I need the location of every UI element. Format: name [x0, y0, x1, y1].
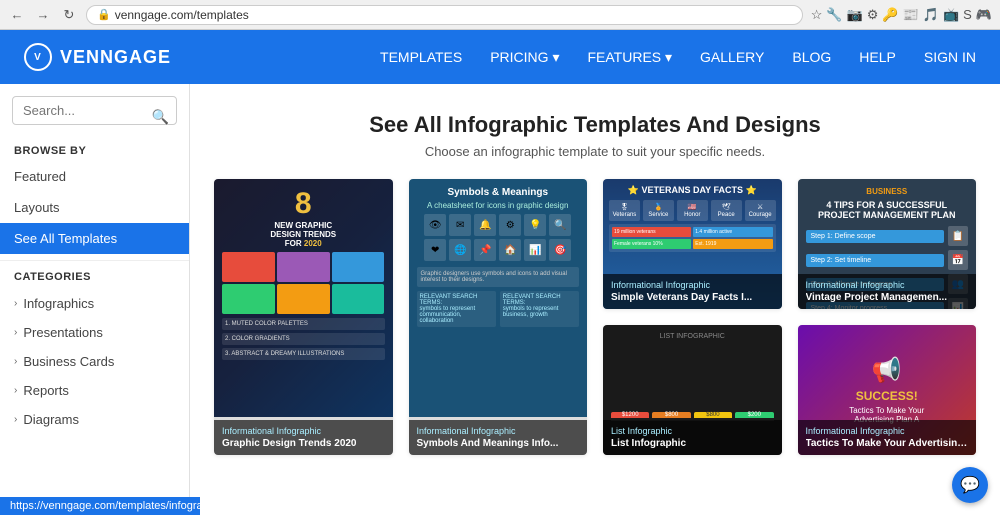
ext-icon5[interactable]: 📰: [903, 7, 919, 23]
reload-button[interactable]: ↻: [60, 6, 78, 24]
nav-gallery[interactable]: GALLERY: [700, 49, 764, 65]
browser-toolbar: ☆ 🔧 📷 ⚙ 🔑 📰 🎵 📺 S 🎮: [811, 7, 992, 23]
template-footer-1: Informational Infographic Graphic Design…: [214, 420, 393, 455]
top-navigation: V VENNGAGE TEMPLATES PRICING ▾ FEATURES …: [0, 30, 1000, 84]
nav-pricing[interactable]: PRICING ▾: [490, 49, 559, 66]
template-name-3: Simple Veterans Day Facts I...: [611, 292, 774, 303]
sidebar-item-see-all[interactable]: See All Templates: [0, 223, 189, 254]
logo-icon: V: [24, 43, 52, 71]
template-card-1[interactable]: 8 NEW GRAPHICDESIGN TRENDSFOR 2020: [214, 179, 393, 455]
sidebar-item-reports[interactable]: › Reports: [0, 376, 189, 405]
category-label-business-cards: Business Cards: [23, 354, 114, 369]
template-card-4[interactable]: BUSINESS BUSINESS 4 TIPS FOR A SUCCESSFU…: [798, 179, 977, 309]
ext-icon8[interactable]: S: [963, 7, 972, 22]
category-label-infographics: Infographics: [23, 296, 94, 311]
nav-blog[interactable]: BLOG: [792, 49, 831, 65]
chevron-icon: ›: [14, 385, 17, 396]
template-type-3: Informational Infographic: [611, 280, 774, 290]
logo[interactable]: V VENNGAGE: [24, 43, 171, 71]
template-footer-2: Informational Infographic Symbols And Me…: [409, 420, 588, 455]
ext-icon4[interactable]: 🔑: [882, 7, 898, 23]
nav-templates[interactable]: TEMPLATES: [380, 49, 462, 65]
chevron-icon: ›: [14, 356, 17, 367]
template-name-6: Tactics To Make Your Advertising Plan A …: [806, 438, 969, 449]
nav-signin[interactable]: SIGN IN: [924, 49, 976, 65]
sidebar-item-presentations[interactable]: › Presentations: [0, 318, 189, 347]
chevron-icon: ›: [14, 298, 17, 309]
ext-icon2[interactable]: 📷: [847, 7, 863, 23]
search-icon[interactable]: 🔍: [152, 108, 169, 125]
sidebar-item-diagrams[interactable]: › Diagrams: [0, 405, 189, 434]
template-name-1: Graphic Design Trends 2020: [222, 438, 385, 449]
star-icon[interactable]: ☆: [811, 7, 823, 23]
sidebar: 🔍 BROWSE BY Featured Layouts See All Tem…: [0, 84, 190, 515]
main-content: See All Infographic Templates And Design…: [190, 84, 1000, 515]
browser-chrome: ← → ↻ 🔒 venngage.com/templates ☆ 🔧 📷 ⚙ 🔑…: [0, 0, 1000, 30]
forward-button[interactable]: →: [34, 6, 52, 24]
template-type-4: Informational Infographic: [806, 280, 969, 290]
template-footer-5: List Infographic List Infographic: [603, 420, 782, 455]
lock-icon: 🔒: [97, 8, 111, 21]
template-type-5: List Infographic: [611, 426, 774, 436]
page-title: See All Infographic Templates And Design…: [214, 112, 976, 138]
content-area: 🔍 BROWSE BY Featured Layouts See All Tem…: [0, 84, 1000, 515]
template-card-2[interactable]: Symbols & Meanings A cheatsheet for icon…: [409, 179, 588, 455]
address-bar[interactable]: 🔒 venngage.com/templates: [86, 5, 803, 25]
template-type-6: Informational Infographic: [806, 426, 969, 436]
status-bar: https://venngage.com/templates/infograph…: [0, 497, 200, 515]
url-text: venngage.com/templates: [115, 8, 249, 22]
search-container: 🔍: [0, 96, 189, 137]
template-thumb-2: Symbols & Meanings A cheatsheet for icon…: [409, 179, 588, 417]
nav-help[interactable]: HELP: [859, 49, 896, 65]
categories-title: CATEGORIES: [0, 260, 189, 289]
category-label-diagrams: Diagrams: [23, 412, 79, 427]
sidebar-item-layouts[interactable]: Layouts: [0, 192, 189, 223]
ext-icon9[interactable]: 🎮: [976, 7, 992, 23]
template-name-2: Symbols And Meanings Info...: [417, 438, 580, 449]
template-footer-3: Informational Infographic Simple Veteran…: [603, 274, 782, 309]
page-subtitle: Choose an infographic template to suit y…: [214, 144, 976, 159]
column-4: BUSINESS BUSINESS 4 TIPS FOR A SUCCESSFU…: [798, 179, 977, 455]
template-name-5: List Infographic: [611, 438, 774, 449]
browse-by-title: BROWSE BY: [0, 137, 189, 161]
chevron-icon: ›: [14, 414, 17, 425]
chat-widget-button[interactable]: 💬: [952, 467, 988, 503]
nav-links: TEMPLATES PRICING ▾ FEATURES ▾ GALLERY B…: [380, 49, 976, 66]
chevron-icon: ›: [14, 327, 17, 338]
template-footer-6: Informational Infographic Tactics To Mak…: [798, 420, 977, 455]
ext-icon7[interactable]: 📺: [943, 7, 959, 23]
ext-icon3[interactable]: ⚙: [867, 7, 879, 23]
sidebar-item-business-cards[interactable]: › Business Cards: [0, 347, 189, 376]
template-card-5[interactable]: BUSINESS LIST INFOGRAPHIC $1200 $800: [603, 325, 782, 455]
category-label-reports: Reports: [23, 383, 69, 398]
back-button[interactable]: ←: [8, 6, 26, 24]
template-thumb-1: 8 NEW GRAPHICDESIGN TRENDSFOR 2020: [214, 179, 393, 417]
ext-icon6[interactable]: 🎵: [923, 7, 939, 23]
sidebar-item-featured[interactable]: Featured: [0, 161, 189, 192]
column-3: ⭐ VETERANS DAY FACTS ⭐ 🎖Veterans 🏅Servic…: [603, 179, 782, 455]
template-name-4: Vintage Project Managemen...: [806, 292, 969, 303]
nav-features[interactable]: FEATURES ▾: [587, 49, 672, 66]
templates-grid: 8 NEW GRAPHICDESIGN TRENDSFOR 2020: [214, 179, 976, 455]
page-wrapper: V VENNGAGE TEMPLATES PRICING ▾ FEATURES …: [0, 30, 1000, 515]
template-type-1: Informational Infographic: [222, 426, 385, 436]
template-type-2: Informational Infographic: [417, 426, 580, 436]
template-footer-4: Informational Infographic Vintage Projec…: [798, 274, 977, 309]
sidebar-item-infographics[interactable]: › Infographics: [0, 289, 189, 318]
template-card-3[interactable]: ⭐ VETERANS DAY FACTS ⭐ 🎖Veterans 🏅Servic…: [603, 179, 782, 309]
ext-icon1[interactable]: 🔧: [826, 7, 842, 23]
logo-text: VENNGAGE: [60, 47, 171, 68]
template-card-6[interactable]: PREMIUM 📢 SUCCESS! Tactics To Make YourA…: [798, 325, 977, 455]
category-label-presentations: Presentations: [23, 325, 103, 340]
